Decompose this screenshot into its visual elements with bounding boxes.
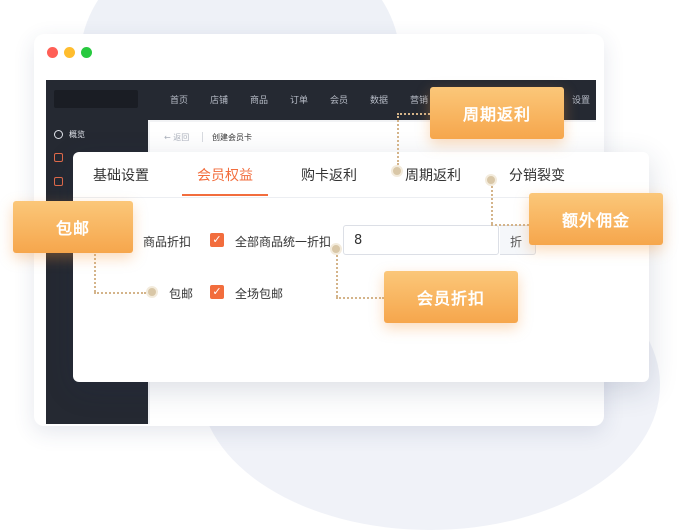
tab-basic-settings[interactable]: 基础设置 — [93, 165, 149, 185]
discount-checkbox-label: 全部商品统一折扣 — [235, 235, 332, 249]
connector-line — [397, 113, 399, 165]
nav-item-marketing[interactable]: 营销 — [410, 93, 428, 106]
callout-extra-commission: 额外佣金 — [529, 193, 663, 245]
doc-icon — [54, 177, 63, 186]
shipping-label: 包邮 — [169, 287, 194, 301]
hotspot-marker-discount — [330, 243, 342, 255]
breadcrumb: 创建会员卡 — [212, 133, 252, 142]
connector-line — [336, 297, 384, 299]
hotspot-marker-cycle-rebate — [391, 165, 403, 177]
nav-item-members[interactable]: 会员 — [330, 93, 348, 106]
connector-line — [94, 254, 96, 292]
nav-item-goods[interactable]: 商品 — [250, 93, 268, 106]
clock-icon — [54, 130, 63, 139]
sidebar-item-doc[interactable] — [54, 177, 63, 186]
minimize-window-dot[interactable] — [64, 47, 75, 58]
discount-label: 商品折扣 — [143, 235, 192, 249]
sidebar-item-overview[interactable]: 概览 — [54, 129, 85, 140]
tab-purchase-rebate[interactable]: 购卡返利 — [301, 165, 357, 185]
nav-item-settings[interactable]: 设置 — [572, 93, 590, 106]
tab-cycle-rebate[interactable]: 周期返利 — [405, 165, 461, 185]
callout-member-discount: 会员折扣 — [384, 271, 518, 323]
back-link[interactable]: ← 返回 — [164, 132, 189, 143]
tab-distribution[interactable]: 分销裂变 — [509, 165, 565, 185]
doc-icon — [54, 153, 63, 162]
discount-checkbox[interactable]: ✓ — [210, 233, 224, 247]
sidebar-item-label: 概览 — [69, 130, 85, 139]
sidebar-item-doc[interactable] — [54, 153, 63, 162]
shipping-checkbox[interactable]: ✓ — [210, 285, 224, 299]
connector-line — [336, 255, 338, 297]
connector-line — [397, 113, 430, 115]
active-tab-underline — [182, 194, 268, 196]
discount-input[interactable]: 8 — [343, 225, 499, 255]
connector-line — [491, 224, 529, 226]
nav-item-data[interactable]: 数据 — [370, 93, 388, 106]
member-benefits-card: 基础设置 会员权益 购卡返利 周期返利 分销裂变 商品折扣 ✓ 全部商品统一折扣… — [73, 152, 649, 382]
hotspot-marker-distribution — [485, 174, 497, 186]
nav-item-shop[interactable]: 店铺 — [210, 93, 228, 106]
close-window-dot[interactable] — [47, 47, 58, 58]
tab-bar: 基础设置 会员权益 购卡返利 周期返利 分销裂变 — [73, 152, 649, 198]
nav-item-orders[interactable]: 订单 — [290, 93, 308, 106]
connector-line — [94, 292, 146, 294]
nav-item-home[interactable]: 首页 — [170, 93, 188, 106]
shipping-checkbox-label: 全场包邮 — [235, 287, 284, 301]
hotspot-marker-shipping — [146, 286, 158, 298]
connector-line — [491, 186, 493, 224]
callout-cycle-rebate: 周期返利 — [430, 87, 564, 139]
tab-member-benefits[interactable]: 会员权益 — [197, 165, 253, 185]
maximize-window-dot[interactable] — [81, 47, 92, 58]
logo — [54, 90, 138, 108]
callout-shipping: 包邮 — [13, 201, 133, 253]
breadcrumb-divider — [202, 132, 203, 142]
